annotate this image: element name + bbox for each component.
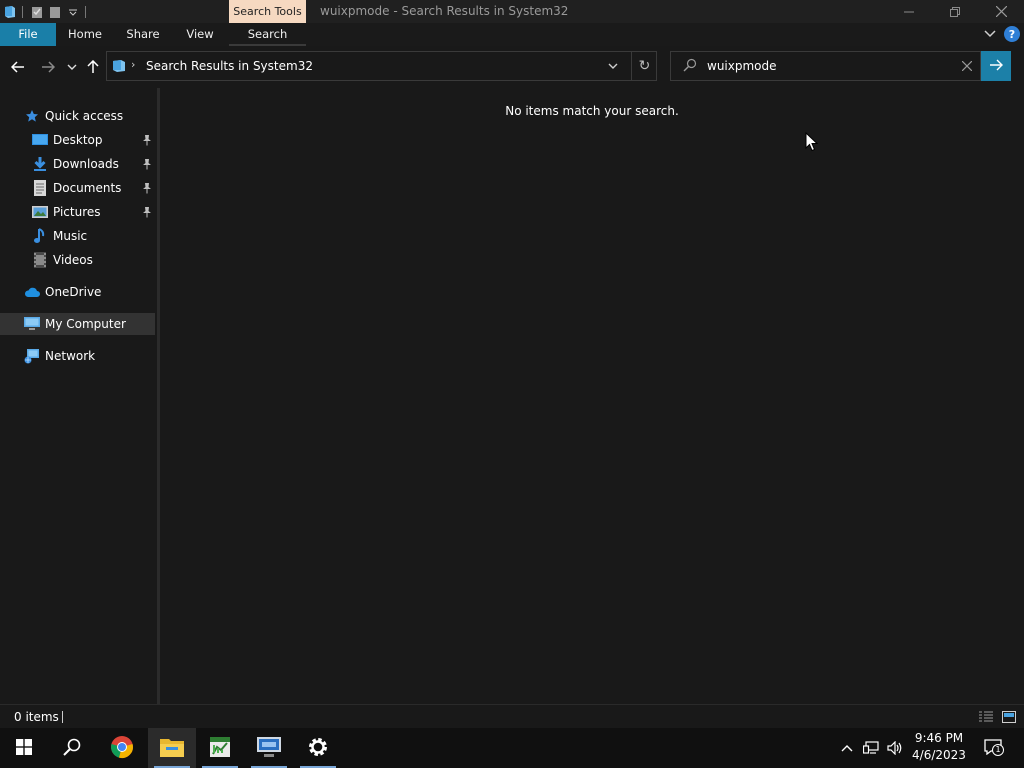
minimize-button[interactable] — [886, 0, 932, 23]
nav-item-pictures[interactable]: Pictures — [0, 201, 155, 223]
address-bar[interactable]: › Search Results in System32 ↻ — [106, 51, 657, 81]
start-button[interactable] — [0, 728, 48, 768]
search-box — [670, 51, 981, 81]
new-folder-icon[interactable] — [47, 4, 63, 20]
breadcrumb[interactable]: Search Results in System32 — [146, 52, 313, 80]
search-go-button[interactable] — [981, 51, 1011, 81]
nav-item-my-computer[interactable]: My Computer — [0, 313, 155, 335]
explorer-window-icon[interactable] — [2, 4, 18, 20]
ribbon-tabs: File Home Share View Search ? — [0, 23, 1024, 46]
onedrive-cloud-icon — [24, 284, 40, 300]
documents-folder-icon — [32, 180, 48, 196]
help-icon[interactable]: ? — [1004, 26, 1020, 42]
breadcrumb-chevron-icon[interactable]: › — [131, 58, 135, 71]
search-input[interactable] — [707, 56, 947, 76]
taskbar-spreadsheet-app[interactable] — [196, 728, 244, 768]
navigation-pane: Quick access Desktop Downloads Documents — [0, 88, 160, 704]
network-tray-icon[interactable] — [860, 728, 882, 768]
address-history-chevron-icon[interactable] — [605, 58, 621, 74]
pin-icon[interactable] — [141, 157, 153, 171]
tab-file[interactable]: File — [0, 23, 56, 46]
clear-search-icon[interactable] — [959, 58, 975, 74]
show-hidden-icons-chevron-icon[interactable] — [838, 728, 856, 768]
tab-view[interactable]: View — [172, 23, 228, 46]
settings-gear-icon — [307, 736, 329, 761]
empty-results-message: No items match your search. — [505, 104, 679, 118]
volume-icon[interactable] — [884, 728, 906, 768]
search-icon — [683, 58, 699, 74]
close-button[interactable] — [978, 0, 1024, 23]
search-tools-context-tab: Search Tools — [229, 0, 306, 23]
nav-item-documents[interactable]: Documents — [0, 177, 155, 199]
nav-item-onedrive[interactable]: OneDrive — [0, 281, 155, 303]
search-folder-icon — [111, 58, 127, 74]
tab-home[interactable]: Home — [56, 23, 114, 46]
arrow-right-icon — [989, 59, 1003, 74]
pin-icon[interactable] — [141, 181, 153, 195]
qat-separator — [85, 5, 86, 18]
star-icon — [24, 108, 40, 124]
windows-start-icon — [16, 738, 32, 758]
window-title: wuixpmode - Search Results in System32 — [320, 4, 569, 18]
nav-item-quick-access[interactable]: Quick access — [0, 105, 155, 127]
taskbar-search-button[interactable] — [48, 728, 96, 768]
file-explorer-icon — [160, 737, 184, 760]
tab-share[interactable]: Share — [114, 23, 172, 46]
refresh-icon[interactable]: ↻ — [631, 52, 657, 80]
forward-arrow-icon[interactable] — [39, 58, 57, 76]
title-bar: Search Tools wuixpmode - Search Results … — [0, 0, 1024, 23]
properties-icon[interactable] — [29, 4, 45, 20]
nav-item-music[interactable]: Music — [0, 225, 155, 247]
status-divider — [62, 711, 63, 723]
computer-icon — [24, 316, 40, 332]
remote-desktop-icon — [256, 735, 282, 762]
window-controls — [886, 0, 1024, 23]
customize-qat-icon[interactable] — [65, 4, 81, 20]
chrome-icon — [110, 735, 134, 762]
music-folder-icon — [32, 228, 48, 244]
back-arrow-icon[interactable] — [9, 58, 27, 76]
clock-date: 4/6/2023 — [912, 748, 966, 762]
nav-item-downloads[interactable]: Downloads — [0, 153, 155, 175]
nav-item-desktop[interactable]: Desktop — [0, 129, 155, 151]
taskbar-file-explorer[interactable] — [148, 728, 196, 768]
taskbar-chrome[interactable] — [98, 728, 146, 768]
downloads-folder-icon — [32, 156, 48, 172]
details-view-icon[interactable] — [978, 709, 994, 725]
taskbar-remote-desktop[interactable] — [245, 728, 293, 768]
restore-button[interactable] — [932, 0, 978, 23]
quick-access-toolbar — [0, 0, 90, 23]
network-icon — [24, 348, 40, 364]
pictures-folder-icon — [32, 204, 48, 220]
address-row: › Search Results in System32 ↻ — [0, 46, 1024, 88]
desktop-folder-icon — [32, 132, 48, 148]
pin-icon[interactable] — [141, 205, 153, 219]
taskbar-settings[interactable] — [294, 728, 342, 768]
nav-item-network[interactable]: Network — [0, 345, 155, 367]
mouse-cursor-icon — [805, 131, 819, 152]
status-bar: 0 items — [0, 704, 1024, 728]
recent-locations-chevron-icon[interactable] — [63, 58, 81, 76]
videos-folder-icon — [32, 252, 48, 268]
tab-search[interactable]: Search — [229, 23, 306, 46]
file-list[interactable]: No items match your search. — [160, 88, 1024, 704]
nav-item-videos[interactable]: Videos — [0, 249, 155, 271]
system-clock[interactable]: 9:46 PM 4/6/2023 — [906, 730, 972, 766]
large-icons-view-icon[interactable] — [1001, 709, 1017, 725]
notification-count-badge: 1 — [992, 744, 1004, 756]
up-arrow-icon[interactable] — [84, 58, 102, 76]
item-count: 0 items — [14, 710, 59, 724]
expand-ribbon-chevron-icon[interactable] — [982, 26, 998, 42]
notifications-icon: 1 — [984, 739, 1004, 757]
qat-separator — [22, 5, 23, 18]
clock-time: 9:46 PM — [914, 731, 964, 745]
search-icon — [63, 738, 81, 759]
action-center-button[interactable]: 1 — [980, 728, 1008, 768]
taskbar: 9:46 PM 4/6/2023 1 — [0, 728, 1024, 768]
pin-icon[interactable] — [141, 133, 153, 147]
spreadsheet-app-icon — [208, 735, 232, 762]
